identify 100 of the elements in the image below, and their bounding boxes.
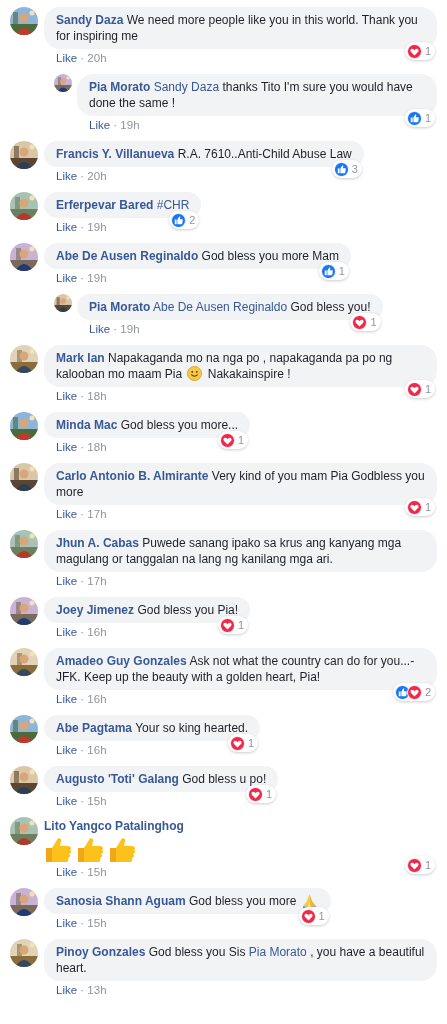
- mention-link[interactable]: Pia Morato: [248, 945, 307, 959]
- comment-time: · 15h: [80, 866, 107, 878]
- reaction-count: 1: [424, 382, 431, 397]
- like-link[interactable]: Like: [56, 52, 78, 64]
- author-link[interactable]: Sandy Daza: [56, 13, 124, 27]
- reactions-summary[interactable]: 1: [217, 431, 249, 449]
- like-link[interactable]: Like: [56, 575, 78, 587]
- like-link[interactable]: Like: [56, 170, 78, 182]
- comment-time: · 17h: [80, 508, 107, 520]
- comment-text: Abe De Ausen Reginaldo God bless you more Mam: [56, 248, 339, 264]
- reactions-summary[interactable]: 1: [218, 616, 249, 634]
- author-link[interactable]: Lito Yangco Patalinghog: [44, 819, 184, 833]
- mention-link[interactable]: Abe De Ausen Reginaldo: [153, 300, 288, 314]
- reactions-summary[interactable]: 1: [404, 498, 435, 516]
- praying-hands-icon: [301, 893, 317, 908]
- reactions-summary[interactable]: 1: [404, 856, 435, 874]
- comment-text: Jhun A. Cabas Puwede sanang ipako sa krus ang kanyang mga magulang or tanggalan na lang ng kanilang mga ari.: [56, 535, 403, 567]
- comment-text: Minda Mac God bless you more...: [56, 417, 239, 433]
- like-link[interactable]: Like: [56, 626, 78, 638]
- like-link[interactable]: Like: [56, 693, 78, 705]
- reactions-summary[interactable]: 1: [404, 109, 435, 127]
- smiley-emoji-icon: [187, 366, 203, 381]
- comment-text: Augusto 'Toti' Galang God bless u po!: [56, 771, 267, 787]
- comment-time: · 13h: [80, 984, 107, 996]
- like-link[interactable]: Like: [56, 390, 78, 402]
- reactions-summary[interactable]: 2: [392, 683, 435, 701]
- reaction-count: 1: [424, 44, 431, 59]
- reactions-summary[interactable]: 1: [228, 734, 259, 752]
- author-link[interactable]: Abe Pagtama: [56, 721, 133, 735]
- comment-text: Joey Jimenez God bless you Pia!: [56, 602, 239, 618]
- comment-text: Sandy Daza We need more people like you in this world. Thank you for inspiring me: [56, 12, 419, 44]
- reaction-count: 1: [370, 315, 377, 330]
- like-link[interactable]: Like: [89, 323, 111, 335]
- like-link[interactable]: Like: [56, 221, 78, 233]
- comment-time: · 19h: [80, 221, 107, 233]
- author-link[interactable]: Minda Mac: [56, 418, 118, 432]
- like-link[interactable]: Like: [56, 984, 78, 996]
- comment-text: Erferpevar Bared #CHR: [56, 197, 190, 213]
- like-link[interactable]: Like: [89, 119, 111, 131]
- comment-text: Carlo Antonio B. Almirante Very kind of you mam Pia Godbless you more: [56, 468, 425, 500]
- like-link[interactable]: Like: [56, 744, 78, 756]
- comment-text: Pia Morato Sandy Daza thanks Tito I'm sure you would have done the same !: [89, 79, 414, 111]
- reaction-count: 1: [424, 111, 431, 126]
- author-link[interactable]: Erferpevar Bared: [56, 198, 154, 212]
- author-link[interactable]: Sanosia Shann Aguam: [56, 894, 186, 908]
- author-link[interactable]: Pinoy Gonzales: [56, 945, 146, 959]
- comment-time: · 15h: [80, 795, 107, 807]
- thumbs-up-emoji-icon: [44, 837, 72, 863]
- reaction-count: 1: [318, 909, 325, 924]
- comment-time: · 20h: [80, 170, 107, 182]
- like-link[interactable]: Like: [56, 441, 78, 453]
- author-link[interactable]: Mark Ian: [56, 351, 105, 365]
- reactions-summary[interactable]: 2: [169, 211, 200, 229]
- comment-time: · 15h: [80, 917, 107, 929]
- comment-time: · 19h: [113, 323, 140, 335]
- reactions-summary[interactable]: 1: [404, 42, 435, 60]
- comment-time: · 19h: [113, 119, 140, 131]
- reaction-count: 1: [238, 618, 245, 633]
- like-link[interactable]: Like: [56, 272, 78, 284]
- author-link[interactable]: Augusto 'Toti' Galang: [56, 772, 179, 786]
- comment-time: · 17h: [80, 575, 107, 587]
- author-link[interactable]: Carlo Antonio B. Almirante: [56, 469, 209, 483]
- author-link[interactable]: Pia Morato: [89, 80, 151, 94]
- mention-link[interactable]: Sandy Daza: [153, 80, 220, 94]
- reaction-count: 1: [424, 858, 431, 873]
- reaction-count: 1: [338, 264, 345, 279]
- like-link[interactable]: Like: [56, 795, 78, 807]
- author-link[interactable]: Francis Y. Villanueva: [56, 147, 175, 161]
- reaction-count: 1: [424, 500, 431, 515]
- comment-time: · 16h: [80, 744, 107, 756]
- comment-time: · 19h: [80, 272, 107, 284]
- comment-time: · 16h: [80, 693, 107, 705]
- comment-time: · 20h: [80, 52, 107, 64]
- reaction-count: 1: [237, 433, 245, 448]
- author-link[interactable]: Joey Jimenez: [56, 603, 135, 617]
- author-link[interactable]: Abe De Ausen Reginaldo: [56, 249, 199, 263]
- author-link[interactable]: Pia Morato: [89, 300, 151, 314]
- reactions-summary[interactable]: 1: [246, 785, 277, 803]
- like-link[interactable]: Like: [56, 866, 78, 878]
- reaction-count: 3: [351, 162, 358, 177]
- comment-text: Pia Morato Abe De Ausen Reginaldo God bless you!: [89, 299, 371, 315]
- reaction-count: 1: [248, 736, 255, 751]
- comment-text: Abe Pagtama Your so king hearted.: [56, 720, 249, 736]
- reactions-summary[interactable]: 1: [404, 380, 435, 398]
- reactions-summary[interactable]: 1: [318, 262, 349, 280]
- comment-time: · 18h: [80, 390, 107, 402]
- thumbs-up-emoji-icon: [76, 837, 104, 863]
- like-link[interactable]: Like: [56, 917, 78, 929]
- comment-time: · 18h: [80, 441, 107, 453]
- author-link[interactable]: Amadeo Guy Gonzales: [56, 654, 187, 668]
- reaction-count: 2: [424, 685, 431, 700]
- comment-text: Pinoy Gonzales God bless you Sis Pia Morato , you have a beautiful heart.: [56, 944, 425, 976]
- comment-time: · 16h: [80, 626, 107, 638]
- like-link[interactable]: Like: [56, 508, 78, 520]
- comment-text: Francis Y. Villanueva R.A. 7610..Anti-Child Abuse Law: [56, 146, 352, 162]
- author-link[interactable]: Jhun A. Cabas: [56, 536, 139, 550]
- comment-text: Amadeo Guy Gonzales Ask not what the country can do for you...- JFK. Keep up the beauty with a golden heart, Pia!: [56, 653, 416, 685]
- comment-text: Sanosia Shann Aguam God bless you more: [56, 893, 319, 909]
- reaction-count: 1: [266, 787, 273, 802]
- reaction-count: 2: [189, 213, 196, 228]
